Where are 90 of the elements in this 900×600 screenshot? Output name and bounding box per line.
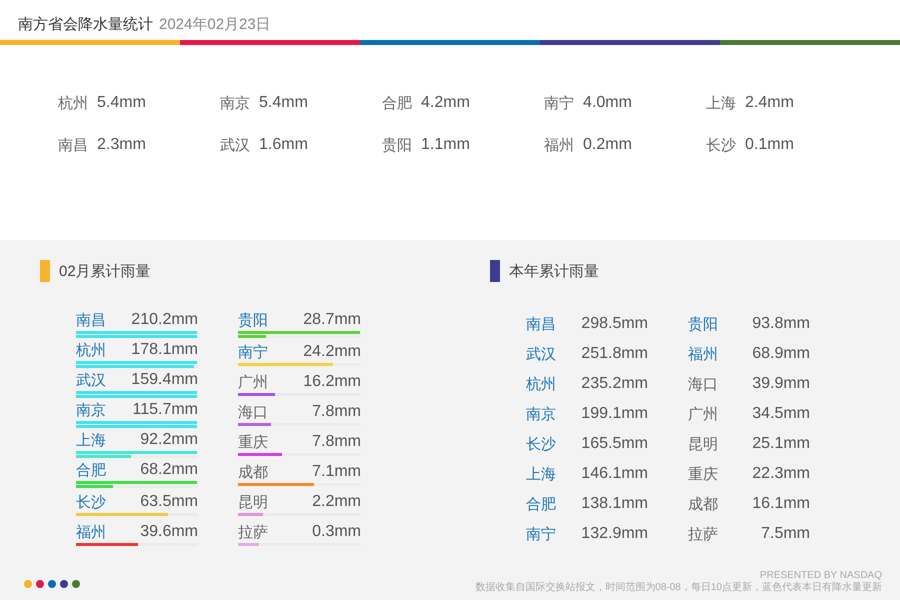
footnote-text: 数据收集自国际交换站报文，时间范围为08-08，每日10点更新，蓝色代表本日有降水量更新 bbox=[475, 582, 882, 594]
rainfall-value: 235.2mm bbox=[581, 375, 648, 393]
city-name: 长沙 bbox=[526, 434, 556, 454]
city-name: 武汉 bbox=[220, 136, 250, 154]
date-label: 2024年02月23日 bbox=[159, 15, 271, 34]
rainfall-value: 138.1mm bbox=[581, 495, 648, 513]
city-name: 南昌 bbox=[58, 136, 88, 154]
rainfall-value: 2.3mm bbox=[97, 136, 146, 154]
rainfall-value: 199.1mm bbox=[581, 405, 648, 423]
city-name: 重庆 bbox=[238, 432, 268, 452]
rainfall-value: 2.2mm bbox=[312, 493, 361, 511]
city-name: 成都 bbox=[238, 462, 268, 482]
rainfall-value: 165.5mm bbox=[581, 435, 648, 453]
city-name: 长沙 bbox=[706, 136, 736, 154]
rainfall-value: 39.9mm bbox=[752, 375, 810, 393]
city-name: 昆明 bbox=[688, 434, 718, 454]
city-name: 拉萨 bbox=[238, 522, 268, 542]
city-name: 南昌 bbox=[76, 310, 106, 330]
rainfall-value: 2.4mm bbox=[745, 94, 794, 112]
rainfall-value: 34.5mm bbox=[752, 405, 810, 423]
rainfall-value: 178.1mm bbox=[131, 341, 198, 359]
city-name: 杭州 bbox=[526, 374, 556, 394]
rainfall-value: 210.2mm bbox=[131, 311, 198, 329]
rainfall-value: 4.0mm bbox=[583, 94, 632, 112]
rainfall-value: 1.6mm bbox=[259, 136, 308, 154]
rainfall-value: 4.2mm bbox=[421, 94, 470, 112]
city-name: 贵阳 bbox=[382, 136, 412, 154]
city-name: 贵阳 bbox=[238, 310, 268, 330]
rainfall-value: 16.2mm bbox=[303, 373, 361, 391]
city-name: 南宁 bbox=[526, 524, 556, 544]
city-name: 南宁 bbox=[238, 342, 268, 362]
rainfall-value: 7.8mm bbox=[312, 433, 361, 451]
rainfall-value: 92.2mm bbox=[140, 431, 198, 449]
city-name: 上海 bbox=[706, 94, 736, 112]
section-title: 本年累计雨量 bbox=[509, 262, 599, 280]
rainfall-value: 251.8mm bbox=[581, 345, 648, 363]
rainfall-value: 63.5mm bbox=[140, 493, 198, 511]
rainfall-value: 7.1mm bbox=[312, 463, 361, 481]
city-name: 杭州 bbox=[58, 94, 88, 112]
rainfall-value: 115.7mm bbox=[132, 401, 198, 419]
city-name: 福州 bbox=[544, 136, 574, 154]
rainfall-value: 0.3mm bbox=[312, 523, 361, 541]
city-name: 广州 bbox=[688, 404, 718, 424]
rainfall-value: 7.8mm bbox=[312, 403, 361, 421]
city-name: 武汉 bbox=[76, 370, 106, 390]
rainfall-value: 0.1mm bbox=[745, 136, 794, 154]
city-name: 贵阳 bbox=[688, 314, 718, 334]
page-title: 南方省会降水量统计 bbox=[18, 15, 153, 34]
rainfall-value: 298.5mm bbox=[581, 315, 648, 333]
rainfall-value: 39.6mm bbox=[140, 523, 198, 541]
city-name: 海口 bbox=[238, 402, 268, 422]
city-name: 武汉 bbox=[526, 344, 556, 364]
rainfall-value: 159.4mm bbox=[131, 371, 198, 389]
rainfall-value: 0.2mm bbox=[583, 136, 632, 154]
city-name: 南昌 bbox=[526, 314, 556, 334]
city-name: 重庆 bbox=[688, 464, 718, 484]
city-name: 南京 bbox=[220, 94, 250, 112]
city-name: 成都 bbox=[688, 494, 718, 514]
city-name: 合肥 bbox=[526, 494, 556, 514]
section-title: 02月累计雨量 bbox=[59, 262, 151, 280]
city-name: 广州 bbox=[238, 372, 268, 392]
city-name: 福州 bbox=[76, 522, 106, 542]
rainfall-value: 24.2mm bbox=[303, 343, 361, 361]
city-name: 合肥 bbox=[76, 460, 106, 480]
city-name: 上海 bbox=[526, 464, 556, 484]
rainfall-value: 5.4mm bbox=[97, 94, 146, 112]
city-name: 福州 bbox=[688, 344, 718, 364]
rainfall-value: 5.4mm bbox=[259, 94, 308, 112]
city-name: 杭州 bbox=[76, 340, 106, 360]
rainfall-value: 1.1mm bbox=[421, 136, 470, 154]
city-name: 南京 bbox=[76, 400, 106, 420]
rainfall-value: 28.7mm bbox=[303, 311, 361, 329]
rainfall-value: 22.3mm bbox=[752, 465, 810, 483]
rainfall-value: 132.9mm bbox=[581, 525, 648, 543]
rainfall-value: 25.1mm bbox=[752, 435, 810, 453]
rainfall-value: 16.1mm bbox=[752, 495, 810, 513]
city-name: 长沙 bbox=[76, 492, 106, 512]
city-name: 南京 bbox=[526, 404, 556, 424]
city-name: 南宁 bbox=[544, 94, 574, 112]
credit-text: PRESENTED BY NASDAQ bbox=[760, 570, 882, 582]
city-name: 海口 bbox=[688, 374, 718, 394]
city-name: 拉萨 bbox=[688, 524, 718, 544]
rainfall-value: 93.8mm bbox=[752, 315, 810, 333]
rainfall-value: 68.9mm bbox=[752, 345, 810, 363]
city-name: 合肥 bbox=[382, 94, 412, 112]
city-name: 上海 bbox=[76, 430, 106, 450]
rainfall-value: 68.2mm bbox=[140, 461, 198, 479]
city-name: 昆明 bbox=[238, 492, 268, 512]
rainfall-value: 7.5mm bbox=[761, 525, 810, 543]
rainfall-value: 146.1mm bbox=[581, 465, 648, 483]
